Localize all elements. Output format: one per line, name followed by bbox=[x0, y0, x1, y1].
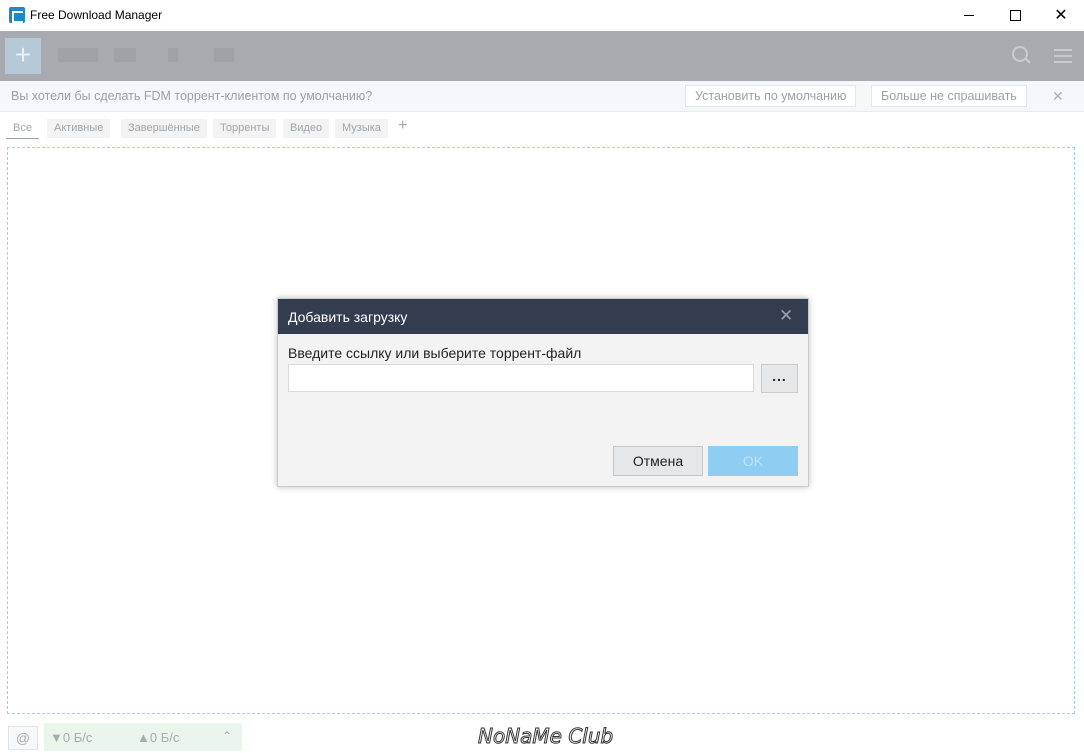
notice-text: Вы хотели бы сделать FDM торрент-клиенто… bbox=[11, 89, 373, 103]
dialog-header: Добавить загрузку ✕ bbox=[278, 299, 808, 334]
app-logo-icon bbox=[9, 7, 25, 23]
minimize-icon bbox=[964, 15, 974, 16]
watermark-logo: NoNaMe Club bbox=[477, 724, 614, 749]
add-tab-icon[interactable]: + bbox=[398, 117, 407, 135]
url-input[interactable] bbox=[288, 364, 754, 392]
dialog-title: Добавить загрузку bbox=[288, 309, 408, 325]
maximize-button[interactable] bbox=[992, 0, 1038, 31]
close-icon: ✕ bbox=[1054, 6, 1068, 24]
tab-torrents[interactable]: Торренты bbox=[213, 119, 277, 138]
close-notice-icon[interactable]: ✕ bbox=[1052, 88, 1064, 105]
maximize-icon bbox=[1009, 10, 1021, 21]
title-bar: Free Download Manager ✕ bbox=[0, 0, 1084, 31]
tab-all[interactable]: Все bbox=[6, 119, 39, 139]
toolbar: + bbox=[0, 31, 1084, 81]
dialog-close-icon[interactable]: ✕ bbox=[779, 307, 793, 324]
upload-speed: ▲0 Б/с bbox=[137, 730, 180, 745]
download-speed: ▼0 Б/с bbox=[50, 730, 93, 745]
tab-active[interactable]: Активные bbox=[47, 119, 111, 138]
never-ask-button[interactable]: Больше не спрашивать bbox=[871, 85, 1027, 107]
minimize-button[interactable] bbox=[946, 0, 992, 31]
menu-icon[interactable] bbox=[1054, 49, 1072, 67]
folder-icon[interactable] bbox=[214, 48, 234, 62]
toolbar-placeholder bbox=[58, 48, 98, 62]
tab-music[interactable]: Музыка bbox=[335, 119, 388, 138]
set-default-button[interactable]: Установить по умолчанию bbox=[685, 85, 857, 107]
toolbar-placeholder bbox=[114, 48, 136, 62]
add-download-dialog: Добавить загрузку ✕ Введите ссылку или в… bbox=[277, 298, 809, 487]
tab-video[interactable]: Видео bbox=[283, 119, 330, 138]
speed-panel[interactable]: ▼0 Б/с ▲0 Б/с ⌃ bbox=[44, 723, 242, 751]
default-client-notice: Вы хотели бы сделать FDM торрент-клиенто… bbox=[0, 81, 1084, 112]
url-prompt-label: Введите ссылку или выберите торрент-файл bbox=[288, 345, 582, 361]
add-download-button[interactable]: + bbox=[5, 38, 41, 74]
browse-button[interactable]: ... bbox=[761, 364, 798, 393]
window-title: Free Download Manager bbox=[30, 8, 163, 22]
tab-completed[interactable]: Завершённые bbox=[121, 119, 207, 138]
chevron-up-icon[interactable]: ⌃ bbox=[222, 729, 232, 743]
search-icon[interactable] bbox=[1012, 46, 1028, 62]
close-window-button[interactable]: ✕ bbox=[1038, 0, 1084, 31]
ok-button[interactable]: OK bbox=[708, 446, 798, 476]
cancel-button[interactable]: Отмена bbox=[613, 446, 703, 476]
snail-mode-icon[interactable]: @ bbox=[8, 726, 38, 750]
toolbar-placeholder bbox=[168, 48, 178, 62]
